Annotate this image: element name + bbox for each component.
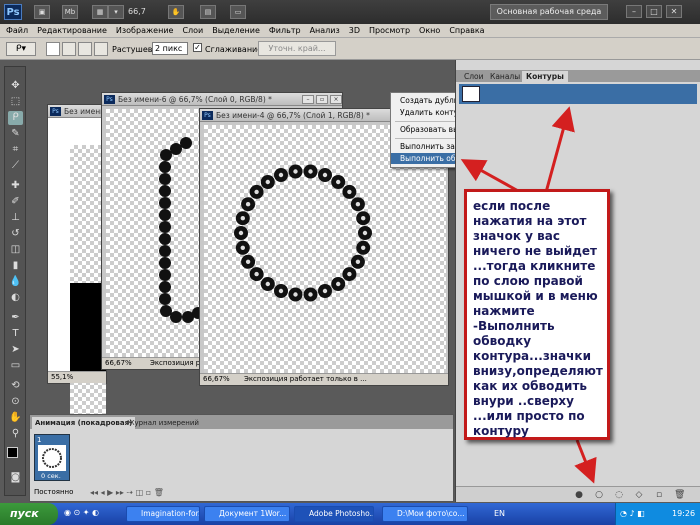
quick-launch-icons[interactable]: ◉ ⊙ ✦ ◐ [64, 508, 124, 520]
task-photoshop[interactable]: Adobe Photosho... [294, 506, 374, 522]
system-tray: ◔ ♪ ◧ 19:26 [615, 503, 700, 525]
annotation-note: если после нажатия на этот значок у вас … [464, 189, 610, 440]
start-button[interactable]: пуск [0, 503, 58, 525]
tray-icons[interactable]: ◔ ♪ ◧ [620, 509, 645, 518]
arrow-to-menu [460, 159, 521, 194]
task-document[interactable]: Документ 1Wor... [204, 506, 290, 522]
task-folder[interactable]: D:\Мои фото\со... [382, 506, 468, 522]
arrow-to-icons [574, 439, 597, 484]
task-imagination[interactable]: Imagination-for... [126, 506, 200, 522]
clock: 19:26 [672, 509, 696, 518]
arrow-to-path [543, 106, 575, 197]
language-indicator[interactable]: EN [494, 509, 505, 518]
taskbar: пуск ◉ ⊙ ✦ ◐ Imagination-for... Документ… [0, 503, 700, 525]
